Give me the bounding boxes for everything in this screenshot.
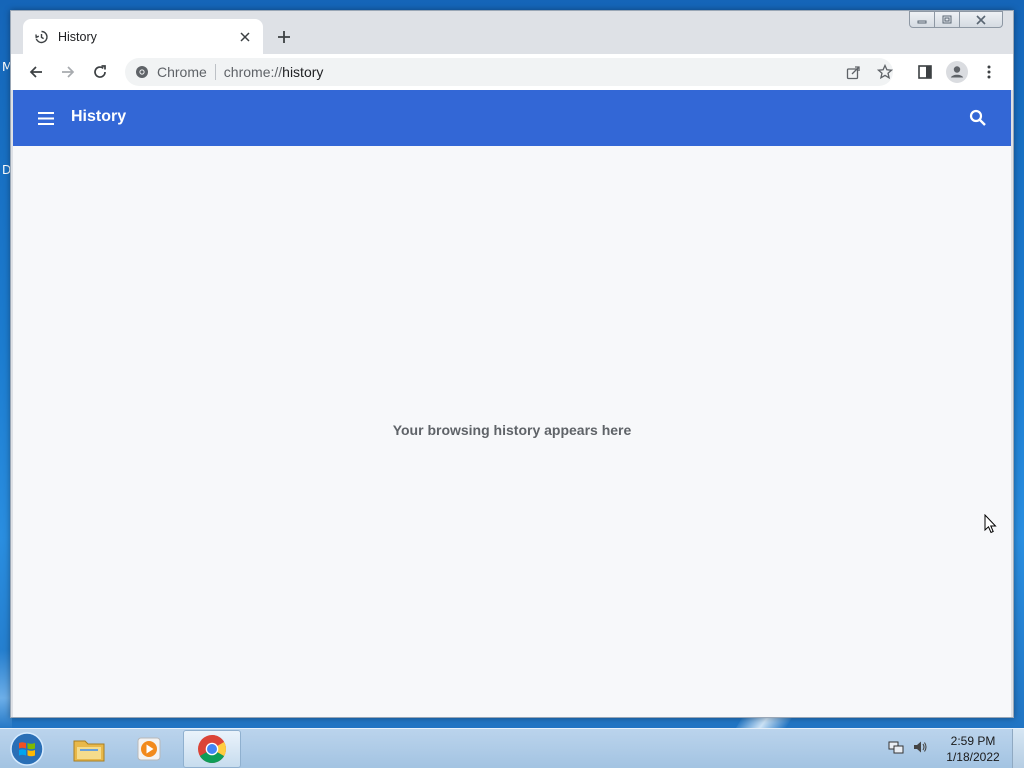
site-chip: Chrome	[157, 64, 216, 80]
chrome-menu-button[interactable]	[975, 58, 1003, 86]
page-title: History	[71, 108, 127, 125]
volume-icon[interactable]	[912, 739, 928, 755]
back-icon	[29, 66, 42, 78]
side-panel-button[interactable]	[911, 58, 939, 86]
star-icon[interactable]	[875, 62, 895, 82]
folder-icon	[73, 740, 105, 762]
history-header: History	[13, 90, 1011, 146]
close-tab-icon[interactable]	[237, 29, 253, 45]
show-desktop-button[interactable]	[1012, 729, 1024, 768]
chrome-site-icon	[136, 66, 148, 78]
share-icon[interactable]	[843, 62, 863, 82]
reload-button[interactable]	[86, 58, 114, 86]
profile-button[interactable]	[943, 58, 971, 86]
empty-history-message: Your browsing history appears here	[392, 422, 632, 438]
address-bar[interactable]: Chrome chrome://history	[125, 58, 893, 86]
restore-button[interactable]	[934, 11, 960, 28]
window-controls	[909, 11, 1003, 28]
windows-logo-icon	[10, 732, 44, 766]
close-window-button[interactable]	[959, 11, 1003, 28]
taskbar: 2:59 PM 1/18/2022	[0, 728, 1024, 768]
forward-icon	[62, 66, 75, 78]
history-page: History Your browsing history appears he…	[13, 90, 1011, 717]
clock-date: 1/18/2022	[946, 750, 1000, 764]
url-host: history	[282, 64, 324, 80]
tab-strip: History	[11, 11, 1013, 54]
start-button[interactable]	[8, 731, 46, 767]
url-text: chrome://history	[224, 64, 324, 80]
back-button[interactable]	[22, 58, 50, 86]
plus-icon	[278, 31, 290, 43]
chrome-window: History Chrome chrome://history History …	[10, 10, 1014, 718]
windows-explorer-taskbar-button[interactable]	[60, 730, 118, 768]
restore-icon	[942, 15, 952, 24]
minimize-icon	[917, 20, 927, 23]
tab-title: History	[58, 29, 97, 44]
search-icon[interactable]	[969, 109, 987, 127]
chrome-icon	[198, 735, 226, 763]
system-tray	[888, 739, 928, 755]
profile-icon	[946, 61, 968, 83]
media-player-icon	[137, 737, 161, 761]
forward-button[interactable]	[54, 58, 82, 86]
menu-icon	[987, 65, 991, 79]
url-scheme: chrome://	[223, 64, 283, 80]
side-panel-icon	[918, 65, 932, 79]
browser-toolbar: Chrome chrome://history	[11, 54, 1013, 90]
reload-icon	[94, 65, 106, 78]
close-icon	[976, 14, 986, 25]
mouse-cursor-icon	[984, 514, 997, 534]
taskbar-clock[interactable]: 2:59 PM 1/18/2022	[938, 733, 1008, 765]
hamburger-menu-icon[interactable]	[37, 109, 55, 127]
chrome-taskbar-button[interactable]	[183, 730, 241, 768]
minimize-button[interactable]	[909, 11, 935, 28]
network-icon[interactable]	[888, 739, 904, 755]
new-tab-button[interactable]	[273, 26, 295, 48]
media-player-taskbar-button[interactable]	[120, 730, 178, 768]
history-icon	[33, 29, 49, 45]
tab-history[interactable]: History	[23, 19, 263, 54]
clock-time: 2:59 PM	[950, 734, 996, 748]
